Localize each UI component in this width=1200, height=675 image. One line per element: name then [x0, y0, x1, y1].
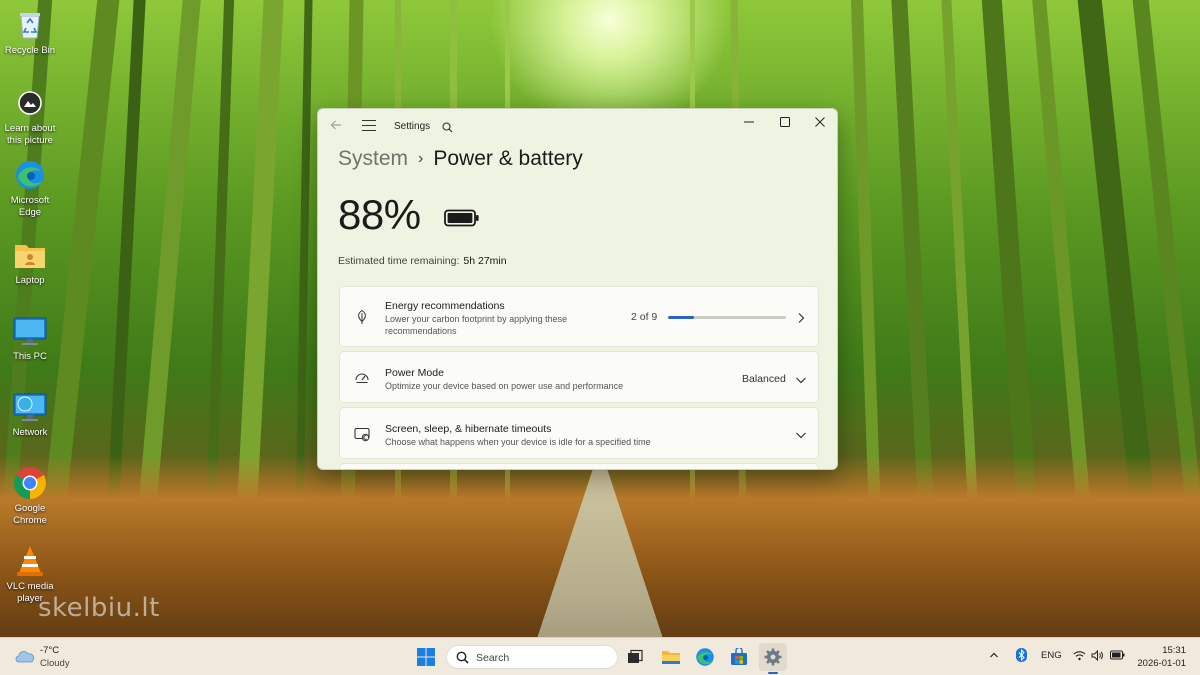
store-icon	[731, 648, 747, 665]
desktop-icon-label: This PC	[13, 351, 47, 362]
gear-icon	[764, 648, 782, 666]
energy-title: Energy recommendations	[385, 300, 505, 312]
energy-recommendations-card[interactable]: Energy recommendations Lower your carbon…	[339, 286, 819, 347]
desktop-icon-learn-picture[interactable]: Learn about this picture	[0, 86, 60, 147]
folder-icon	[662, 651, 680, 664]
recycle-bin-icon	[13, 8, 47, 42]
desktop-icon-label: Laptop	[15, 275, 45, 286]
chevron-down-icon[interactable]	[795, 428, 807, 440]
desktop-icon-label: VLC media player	[6, 581, 54, 604]
weather-temp: -7°C	[40, 645, 60, 656]
vlc-icon	[13, 544, 47, 578]
bluetooth-icon[interactable]	[1016, 648, 1027, 665]
battery-tray-icon[interactable]	[1110, 650, 1125, 663]
screen-sleep-title: Screen, sleep, & hibernate timeouts	[385, 423, 552, 435]
energy-progress-fill	[668, 316, 694, 319]
breadcrumb-parent-system[interactable]: System	[338, 147, 408, 170]
screen-sleep-icon	[354, 426, 370, 442]
maximize-button[interactable]	[767, 109, 803, 135]
desktop-icon-chrome[interactable]: Google Chrome	[0, 466, 60, 527]
desktop-icon-network[interactable]: Network	[0, 390, 60, 439]
screen-sleep-card[interactable]: Screen, sleep, & hibernate timeouts Choo…	[339, 407, 819, 459]
volume-icon[interactable]	[1091, 649, 1104, 664]
app-title: Settings	[394, 121, 431, 132]
weather-widget[interactable]: -7°C Cloudy	[12, 643, 92, 671]
taskbar-search-box[interactable]: Search	[446, 645, 618, 669]
battery-icon	[444, 209, 480, 227]
edge-taskbar-button[interactable]	[691, 643, 719, 671]
search-icon	[456, 651, 469, 669]
time-remaining-label: Estimated time remaining:	[338, 255, 460, 267]
power-mode-icon	[354, 370, 370, 386]
power-mode-title: Power Mode	[385, 367, 444, 379]
network-icon	[13, 390, 47, 424]
settings-window: Settings System › Power & battery 88% Esti…	[317, 108, 838, 470]
desktop-icon-recycle-bin[interactable]: Recycle Bin	[0, 8, 60, 57]
desktop-icon-label: Microsoft Edge	[10, 195, 50, 218]
monitor-icon	[13, 314, 47, 348]
energy-progress-bar	[668, 316, 786, 319]
time-remaining-value: 5h 27min	[463, 255, 507, 267]
language-indicator[interactable]: ENG	[1041, 650, 1062, 661]
desktop-icon-label: Recycle Bin	[4, 45, 56, 56]
breadcrumb: System › Power & battery	[338, 147, 583, 171]
task-view-icon	[628, 649, 643, 663]
search-icon[interactable]	[442, 120, 455, 133]
windows-logo-icon	[417, 648, 435, 666]
desktop-icon-this-pc[interactable]: This PC	[0, 314, 60, 363]
weather-condition: Cloudy	[40, 658, 70, 669]
close-button[interactable]	[802, 109, 837, 135]
edge-icon	[13, 158, 47, 192]
search-placeholder: Search	[476, 652, 510, 664]
desktop-icon-edge[interactable]: Microsoft Edge	[0, 158, 60, 219]
settings-taskbar-button[interactable]	[759, 643, 787, 674]
desktop-icon-label: Google Chrome	[13, 503, 47, 526]
desktop-icon-label: Learn about this picture	[4, 123, 56, 146]
cloud-icon	[14, 648, 36, 669]
clock-date: 2026-01-01	[1137, 658, 1186, 669]
screen-sleep-subtitle: Choose what happens when your device is …	[385, 437, 651, 447]
power-mode-subtitle: Optimize your device based on power use …	[385, 381, 624, 391]
desktop-icon-laptop[interactable]: Laptop	[0, 238, 60, 287]
chevron-right-icon	[795, 311, 807, 323]
battery-percentage: 88%	[338, 191, 421, 238]
folder-icon	[13, 238, 47, 272]
camera-icon	[13, 86, 47, 120]
leaf-icon	[354, 309, 370, 325]
wifi-icon[interactable]	[1073, 650, 1086, 664]
minimize-button[interactable]	[731, 109, 767, 135]
power-mode-dropdown[interactable]: Balanced	[742, 373, 786, 385]
taskbar: -7°C Cloudy Search ENG 15:31 2026-01-01	[0, 637, 1200, 675]
system-clock[interactable]: 15:31 2026-01-01	[1136, 644, 1186, 670]
time-remaining: Estimated time remaining: 5h 27min	[338, 255, 507, 267]
chrome-icon	[13, 466, 47, 500]
next-card-partial[interactable]	[339, 463, 819, 469]
back-arrow-icon[interactable]	[330, 119, 346, 135]
title-bar: Settings	[318, 109, 837, 145]
desktop-icon-vlc[interactable]: VLC media player	[0, 544, 60, 605]
energy-count: 2 of 9	[631, 311, 658, 323]
chevron-down-icon[interactable]	[795, 373, 807, 385]
start-button[interactable]	[412, 643, 440, 671]
clock-time: 15:31	[1162, 645, 1186, 656]
breadcrumb-separator: ›	[418, 150, 424, 167]
desktop-icon-label: Network	[12, 427, 48, 438]
power-mode-card[interactable]: Power Mode Optimize your device based on…	[339, 351, 819, 403]
page-title: Power & battery	[433, 147, 583, 170]
chevron-up-icon[interactable]	[989, 650, 999, 663]
store-button[interactable]	[725, 643, 753, 671]
task-view-button[interactable]	[621, 643, 649, 671]
file-explorer-button[interactable]	[657, 643, 685, 671]
hamburger-menu-icon[interactable]	[362, 120, 376, 134]
edge-icon	[696, 648, 714, 666]
energy-subtitle: Lower your carbon footprint by applying …	[385, 314, 568, 336]
